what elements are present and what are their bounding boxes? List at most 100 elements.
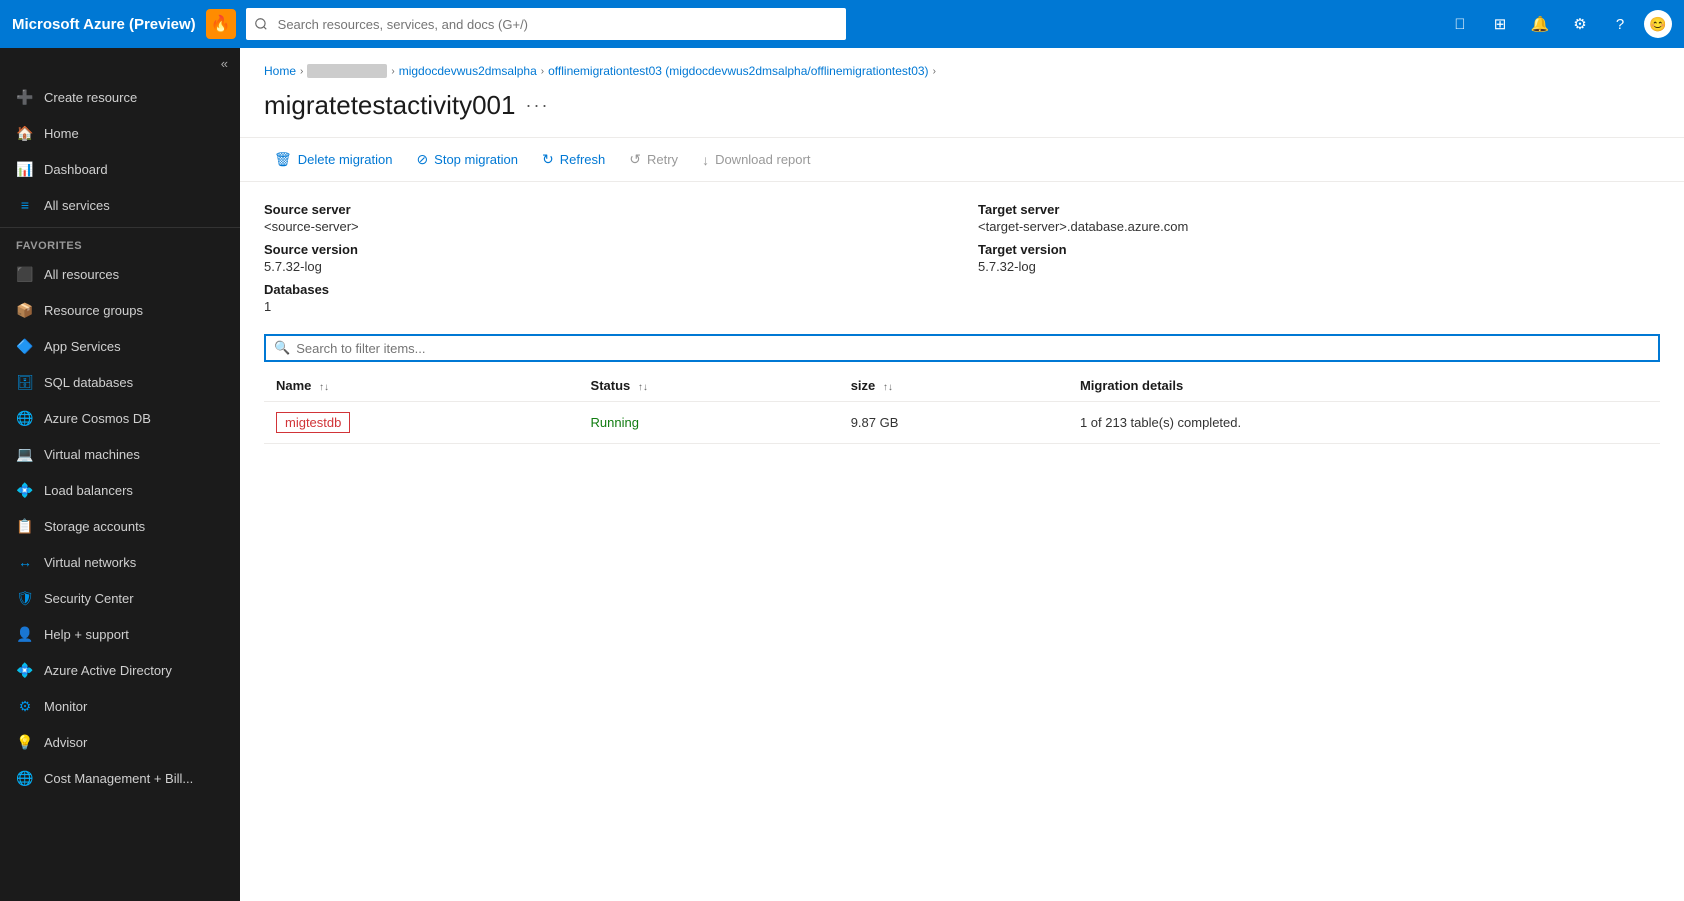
databases-value: 1	[264, 299, 946, 314]
cell-name: migtestdb	[264, 402, 579, 444]
refresh-label: Refresh	[560, 152, 606, 167]
monitor-icon: ⚙	[16, 697, 34, 715]
sidebar-item-dashboard[interactable]: 📊 Dashboard	[0, 151, 240, 187]
more-options-button[interactable]: ···	[525, 95, 549, 116]
page-header: migratetestactivity001 ···	[240, 82, 1684, 137]
target-server-label: Target server	[978, 202, 1660, 217]
refresh-icon: ↻	[542, 151, 554, 168]
sidebar-item-virtual-machines[interactable]: 💻 Virtual machines	[0, 436, 240, 472]
filter-bar: 🔍	[240, 334, 1684, 362]
target-server-group: Target server <target-server>.database.a…	[978, 202, 1660, 234]
target-server-value: <target-server>.database.azure.com	[978, 219, 1660, 234]
cell-migration-details: 1 of 213 table(s) completed.	[1068, 402, 1660, 444]
sidebar-item-all-services[interactable]: ≡ All services	[0, 187, 240, 223]
source-version-value: 5.7.32-log	[264, 259, 946, 274]
status-sort-icon[interactable]: ↑↓	[638, 382, 648, 393]
target-version-group: Target version 5.7.32-log	[978, 242, 1660, 274]
stop-icon: ⊘	[416, 151, 428, 168]
sidebar-item-azure-ad[interactable]: 💠 Azure Active Directory	[0, 652, 240, 688]
dashboard-icon: 📊	[16, 160, 34, 178]
sidebar-item-label: Virtual networks	[44, 555, 136, 570]
brand-label: Microsoft Azure (Preview)	[12, 16, 196, 33]
download-icon: ↓	[702, 152, 709, 168]
sidebar-item-monitor[interactable]: ⚙ Monitor	[0, 688, 240, 724]
source-server-group: Source server <source-server>	[264, 202, 946, 234]
sidebar-item-label: Create resource	[44, 90, 137, 105]
cell-size: 9.87 GB	[839, 402, 1068, 444]
sidebar-item-home[interactable]: 🏠 Home	[0, 115, 240, 151]
filter-input-wrap: 🔍	[264, 334, 1660, 362]
delete-migration-button[interactable]: 🗑 Delete migration	[264, 146, 402, 173]
sidebar-item-virtual-networks[interactable]: ↔ Virtual networks	[0, 544, 240, 580]
all-services-icon: ≡	[16, 196, 34, 214]
db-name-badge[interactable]: migtestdb	[276, 412, 350, 433]
topbar: Microsoft Azure (Preview) 🔥  ⊞ 🔔 ⚙ ? 😊	[0, 0, 1684, 48]
breadcrumb-migration[interactable]: offlinemigrationtest03 (migdocdevwus2dms…	[548, 64, 928, 78]
breadcrumb-server[interactable]: migdocdevwus2dmsalpha	[399, 64, 537, 78]
sidebar-item-all-resources[interactable]: ⬛ All resources	[0, 256, 240, 292]
advisor-icon: 💡	[16, 733, 34, 751]
target-version-value: 5.7.32-log	[978, 259, 1660, 274]
target-version-label: Target version	[978, 242, 1660, 257]
filter-input[interactable]	[296, 341, 1650, 356]
cloud-shell-icon[interactable]: 	[1444, 8, 1476, 40]
sidebar-item-advisor[interactable]: 💡 Advisor	[0, 724, 240, 760]
download-report-button[interactable]: ↓ Download report	[692, 147, 820, 173]
settings-icon[interactable]: ⚙	[1564, 8, 1596, 40]
sidebar-item-cost-management[interactable]: 🌐 Cost Management + Bill...	[0, 760, 240, 796]
sidebar-item-storage-accounts[interactable]: 📋 Storage accounts	[0, 508, 240, 544]
sidebar-collapse-button[interactable]: «	[0, 48, 240, 79]
sidebar-item-label: Cost Management + Bill...	[44, 771, 193, 786]
sidebar-item-create-resource[interactable]: ➕ Create resource	[0, 79, 240, 115]
databases-label: Databases	[264, 282, 946, 297]
col-size[interactable]: size ↑↓	[839, 370, 1068, 402]
source-version-label: Source version	[264, 242, 946, 257]
retry-button[interactable]: ↺ Retry	[619, 146, 688, 173]
stop-migration-label: Stop migration	[434, 152, 518, 167]
sidebar-item-label: Load balancers	[44, 483, 133, 498]
sidebar-item-load-balancers[interactable]: 💠 Load balancers	[0, 472, 240, 508]
col-name[interactable]: Name ↑↓	[264, 370, 579, 402]
sidebar-item-label: Resource groups	[44, 303, 143, 318]
breadcrumb: Home › › migdocdevwus2dmsalpha › offline…	[240, 48, 1684, 82]
breadcrumb-home[interactable]: Home	[264, 64, 296, 78]
directory-icon[interactable]: ⊞	[1484, 8, 1516, 40]
security-center-icon: 🛡	[16, 589, 34, 607]
sql-databases-icon: 🗄	[16, 373, 34, 391]
stop-migration-button[interactable]: ⊘ Stop migration	[406, 146, 528, 173]
content-area: Home › › migdocdevwus2dmsalpha › offline…	[240, 48, 1684, 901]
topbar-actions:  ⊞ 🔔 ⚙ ? 😊	[1444, 8, 1672, 40]
source-server-label: Source server	[264, 202, 946, 217]
help-icon[interactable]: ?	[1604, 8, 1636, 40]
sidebar-item-resource-groups[interactable]: 📦 Resource groups	[0, 292, 240, 328]
sidebar-item-security-center[interactable]: 🛡 Security Center	[0, 580, 240, 616]
sidebar-item-cosmos-db[interactable]: 🌐 Azure Cosmos DB	[0, 400, 240, 436]
info-section: Source server <source-server> Target ser…	[240, 182, 1684, 334]
sidebar-item-help-support[interactable]: 👤 Help + support	[0, 616, 240, 652]
sidebar-item-label: Storage accounts	[44, 519, 145, 534]
sidebar-item-sql-databases[interactable]: 🗄 SQL databases	[0, 364, 240, 400]
delete-icon: 🗑	[274, 151, 292, 168]
user-avatar[interactable]: 😊	[1644, 10, 1672, 38]
search-input[interactable]	[246, 8, 846, 40]
size-sort-icon[interactable]: ↑↓	[883, 382, 893, 393]
breadcrumb-blurred[interactable]	[307, 64, 387, 78]
name-sort-icon[interactable]: ↑↓	[319, 382, 329, 393]
sidebar-item-label: App Services	[44, 339, 121, 354]
table-row[interactable]: migtestdb Running 9.87 GB 1 of 213 table…	[264, 402, 1660, 444]
source-server-value: <source-server>	[264, 219, 946, 234]
notifications-icon[interactable]: 🔔	[1524, 8, 1556, 40]
refresh-button[interactable]: ↻ Refresh	[532, 146, 615, 173]
home-icon: 🏠	[16, 124, 34, 142]
toolbar: 🗑 Delete migration ⊘ Stop migration ↻ Re…	[240, 137, 1684, 182]
sidebar-divider	[0, 227, 240, 228]
azure-icon: 🔥	[206, 9, 236, 39]
retry-icon: ↺	[629, 151, 641, 168]
col-status[interactable]: Status ↑↓	[579, 370, 839, 402]
breadcrumb-sep-1: ›	[300, 66, 303, 77]
storage-accounts-icon: 📋	[16, 517, 34, 535]
sidebar-item-app-services[interactable]: 🔷 App Services	[0, 328, 240, 364]
sidebar: « ➕ Create resource 🏠 Home 📊 Dashboard ≡…	[0, 48, 240, 901]
favorites-label: FAVORITES	[0, 232, 240, 256]
source-version-group: Source version 5.7.32-log	[264, 242, 946, 274]
